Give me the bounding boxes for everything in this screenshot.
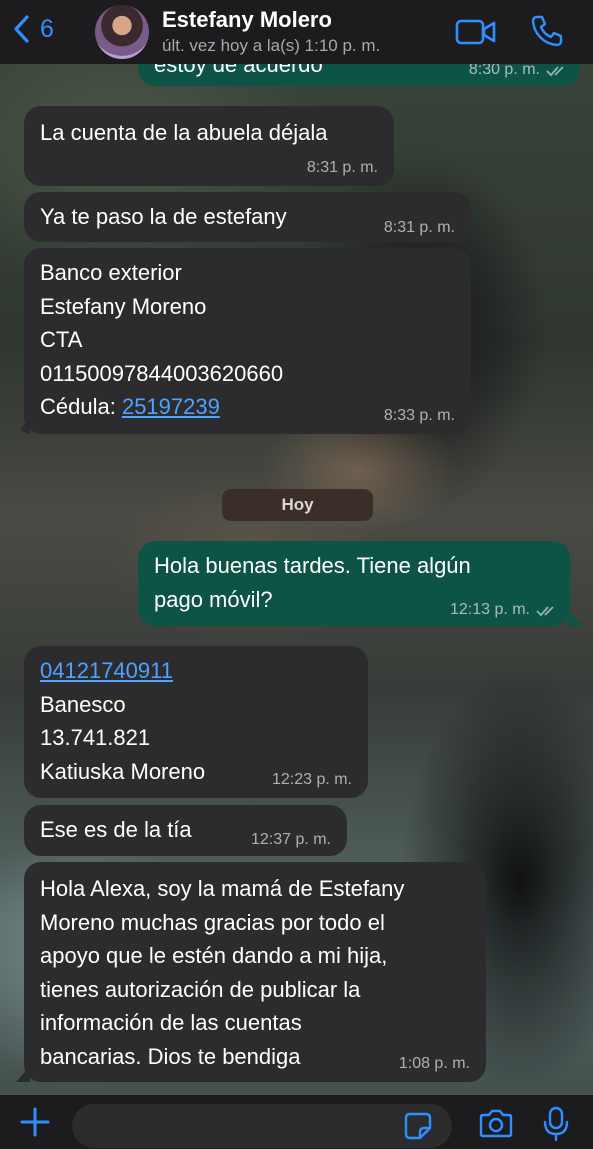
camera-icon[interactable]: [478, 1109, 514, 1139]
message-input[interactable]: [72, 1104, 452, 1148]
message-text: 13.741.821: [40, 725, 151, 750]
message-text: tienes autorización de publicar la: [40, 976, 361, 1002]
message-text: 04121740911: [40, 654, 352, 688]
message-time: 8:33 p. m.: [383, 407, 455, 424]
message-outgoing[interactable]: Hola buenas tardes. Tiene algún pago móv…: [138, 541, 570, 626]
plus-icon[interactable]: [18, 1105, 52, 1139]
day-separator: Hoy: [222, 489, 373, 521]
contact-name[interactable]: Estefany Molero: [162, 7, 332, 33]
message-text: apoyo que le estén dando a mi hija,: [40, 943, 388, 968]
message-incoming[interactable]: Hola Alexa, soy la mamá de Estefany More…: [24, 862, 486, 1082]
back-button[interactable]: 6: [12, 14, 54, 44]
message-text: Banco exterior: [40, 260, 182, 285]
message-text: Moreno muchas gracias por todo el: [40, 909, 385, 935]
message-incoming[interactable]: La cuenta de la abuela déjala 8:31 p. m.: [24, 106, 394, 186]
message-text: Ya te paso la de estefany: [40, 204, 287, 229]
last-seen-status: últ. vez hoy a la(s) 1:10 p. m.: [162, 36, 381, 55]
unread-count: 6: [40, 14, 54, 43]
message-time: 1:08 p. m.: [398, 1055, 470, 1072]
message-composer: [0, 1095, 593, 1149]
avatar[interactable]: [95, 5, 149, 59]
message-text: Hola buenas tardes. Tiene algún: [154, 553, 471, 578]
message-text: CTA: [40, 327, 83, 352]
message-text: Banesco: [40, 691, 126, 717]
message-text: Estefany Moreno: [40, 293, 207, 319]
message-time: 8:31 p. m.: [383, 219, 455, 236]
phone-call-icon[interactable]: [530, 14, 564, 48]
video-call-icon[interactable]: [455, 18, 497, 46]
message-time: 12:37 p. m.: [250, 831, 331, 848]
sticker-icon[interactable]: [404, 1112, 432, 1140]
message-incoming[interactable]: Banco exterior Estefany Moreno CTA 01150…: [24, 248, 471, 434]
phone-number-link[interactable]: 04121740911: [40, 658, 173, 683]
cedula-number-link[interactable]: 25197239: [122, 394, 220, 419]
message-text: Hola Alexa, soy la mamá de Estefany: [40, 876, 405, 901]
message-text: información de las cuentas: [40, 1010, 302, 1035]
message-text: Ese es de la tía: [40, 817, 192, 842]
message-incoming[interactable]: Ese es de la tía 12:37 p. m.: [24, 805, 347, 856]
message-text: La cuenta de la abuela déjala: [40, 120, 328, 145]
message-time: 12:23 p. m.: [271, 771, 352, 788]
message-text: 01150097844003620660: [40, 360, 284, 386]
message-time: 8:31 p. m.: [306, 159, 378, 176]
microphone-icon[interactable]: [542, 1106, 570, 1142]
read-ticks-icon: [536, 606, 554, 617]
cedula-label: Cédula:: [40, 394, 122, 419]
read-ticks-icon: [546, 66, 564, 77]
message-incoming[interactable]: 04121740911 Banesco 13.741.821 Katiuska …: [24, 646, 368, 798]
chat-header: 6 Estefany Molero últ. vez hoy a la(s) 1…: [0, 0, 593, 64]
message-incoming[interactable]: Ya te paso la de estefany 8:31 p. m.: [24, 192, 471, 242]
message-time: 12:13 p. m.: [449, 601, 530, 618]
chevron-left-icon: [14, 15, 29, 43]
